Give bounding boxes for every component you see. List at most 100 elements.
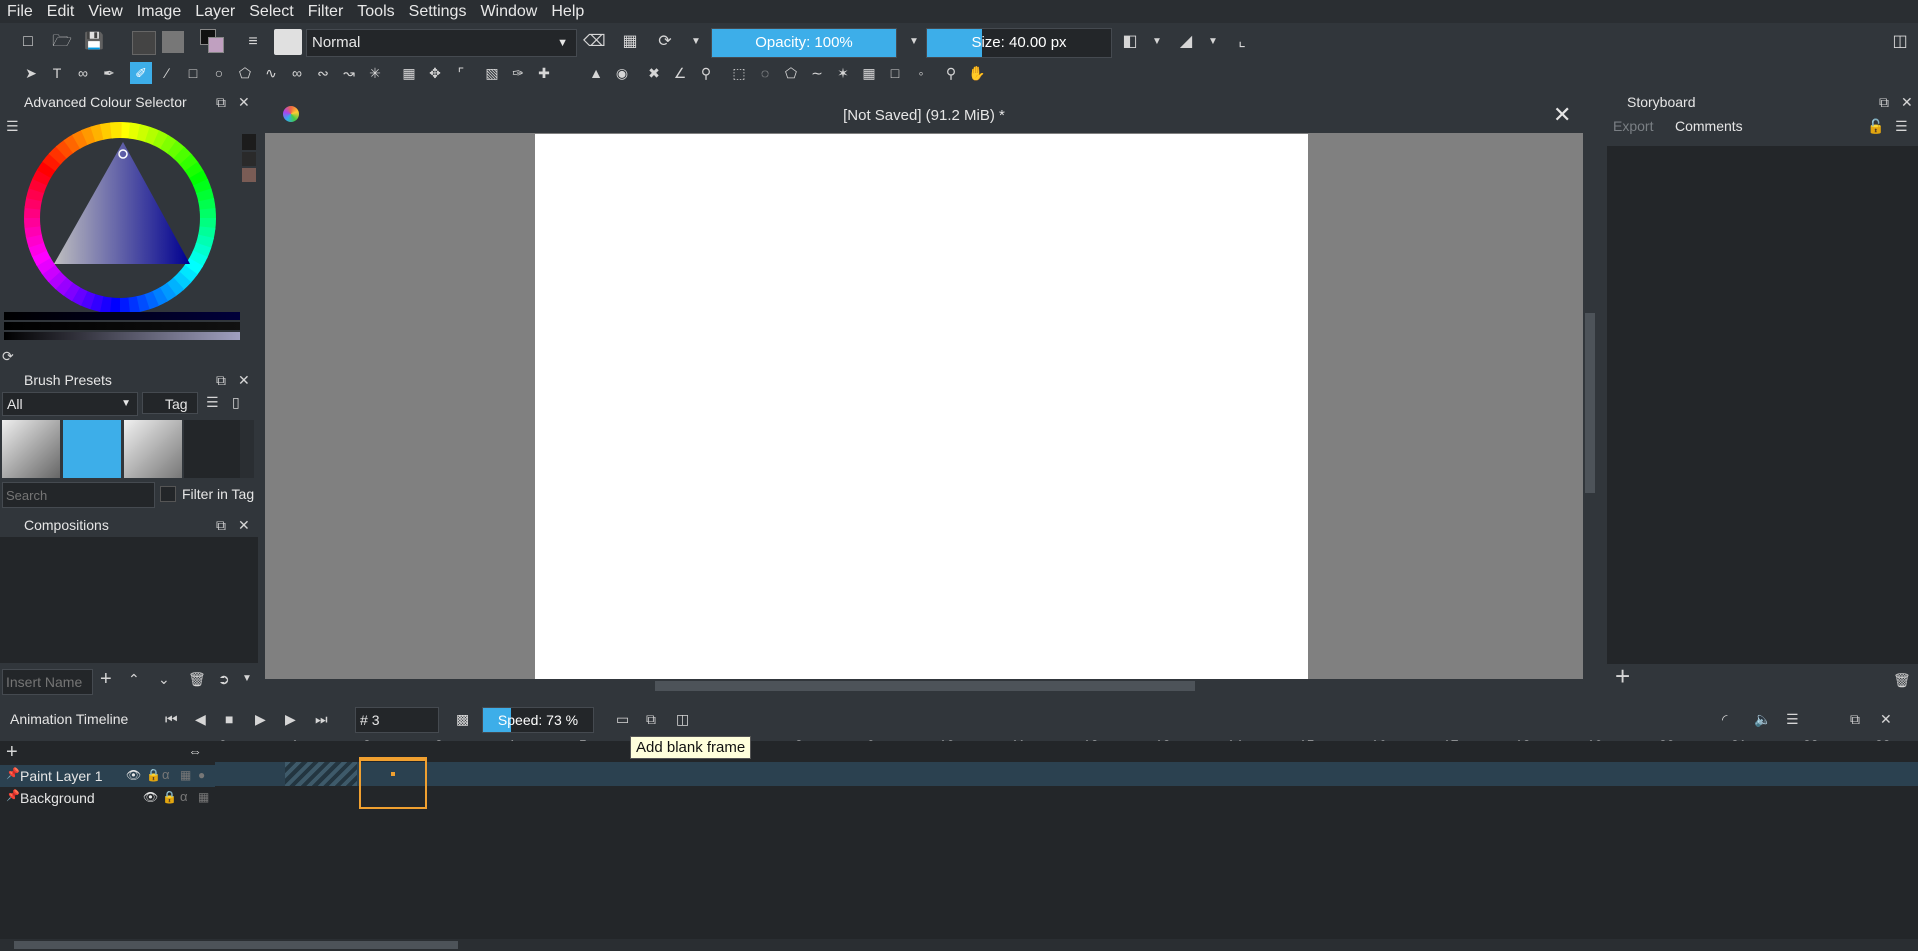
similar-select-icon[interactable]: ▦ bbox=[858, 62, 880, 84]
play-icon[interactable]: ▶ bbox=[255, 709, 266, 729]
brush-preset-item[interactable] bbox=[124, 420, 182, 478]
tag-button[interactable]: Tag bbox=[142, 392, 198, 414]
freehand-path-icon[interactable]: ∾ bbox=[312, 62, 334, 84]
eraser-icon[interactable]: ⌫ bbox=[583, 32, 606, 52]
text-tool-icon[interactable]: T bbox=[46, 62, 68, 84]
menu-window[interactable]: Window bbox=[473, 3, 544, 21]
enclose-fill-icon[interactable]: ◉ bbox=[611, 62, 633, 84]
close-icon[interactable]: ✕ bbox=[1880, 709, 1892, 729]
visibility-icon[interactable]: 👁 bbox=[143, 790, 158, 804]
add-layer-icon[interactable]: + bbox=[6, 742, 18, 762]
composition-name-input[interactable] bbox=[2, 669, 93, 695]
chevron-down-icon[interactable]: ▼ bbox=[1203, 32, 1223, 52]
float-docker-icon[interactable]: ⧉ bbox=[216, 515, 226, 535]
freehand-brush-icon[interactable]: ✐ bbox=[130, 62, 152, 84]
hue-strip[interactable] bbox=[4, 312, 240, 320]
export-icon[interactable]: ➲ bbox=[218, 669, 230, 689]
delete-icon[interactable]: 🗑 bbox=[1893, 670, 1911, 690]
measure-tool-icon[interactable]: ∠ bbox=[669, 62, 691, 84]
save-icon[interactable]: 💾 bbox=[84, 32, 104, 52]
export-button[interactable]: Export bbox=[1613, 118, 1653, 134]
freehand-select-icon[interactable]: ∼ bbox=[806, 62, 828, 84]
menu-edit[interactable]: Edit bbox=[40, 3, 82, 21]
drop-frames-icon[interactable]: ▩ bbox=[456, 709, 469, 729]
view-mode-icon[interactable]: ▯ bbox=[232, 392, 240, 412]
chevron-down-icon[interactable]: ▼ bbox=[1147, 32, 1167, 52]
recent-colour-swatch[interactable] bbox=[242, 134, 256, 150]
brush-search-input[interactable] bbox=[2, 482, 155, 508]
remove-frame-icon[interactable]: ◫ bbox=[676, 709, 689, 729]
close-icon[interactable]: ✕ bbox=[238, 515, 250, 535]
menu-image[interactable]: Image bbox=[130, 3, 188, 21]
fit-width-icon[interactable]: ⇔ bbox=[188, 741, 202, 761]
close-icon[interactable]: ✕ bbox=[1901, 92, 1913, 112]
menu-filter[interactable]: Filter bbox=[301, 3, 351, 21]
pin-icon[interactable]: 📌 bbox=[6, 789, 20, 802]
add-scene-icon[interactable]: + bbox=[1615, 663, 1630, 689]
float-docker-icon[interactable]: ⧉ bbox=[1879, 92, 1889, 112]
mirror-vertical-icon[interactable]: ◢ bbox=[1176, 32, 1196, 52]
frame-row-paint-layer[interactable] bbox=[215, 762, 1918, 786]
close-icon[interactable]: ✕ bbox=[238, 370, 250, 390]
reload-preset-icon[interactable]: ⟳ bbox=[655, 32, 675, 52]
onion-skin-icon[interactable]: ● bbox=[198, 768, 205, 782]
keyframe-dot[interactable] bbox=[391, 772, 395, 776]
menu-tools[interactable]: Tools bbox=[350, 3, 401, 21]
lock-icon[interactable]: 🔒 bbox=[146, 768, 161, 782]
add-blank-frame-icon[interactable]: ▭ bbox=[616, 709, 629, 729]
timeline-scrollbar[interactable] bbox=[0, 939, 1918, 951]
new-document-icon[interactable]: □ bbox=[18, 32, 38, 52]
blend-mode-select[interactable]: Normal ▼ bbox=[306, 29, 577, 57]
line-tool-icon[interactable]: ∕ bbox=[156, 62, 178, 84]
float-docker-icon[interactable]: ⧉ bbox=[1850, 709, 1860, 729]
last-frame-icon[interactable]: ⏭ bbox=[315, 709, 328, 729]
inherit-alpha-icon[interactable]: ▦ bbox=[198, 790, 209, 804]
mirror-horizontal-icon[interactable]: ◧ bbox=[1120, 32, 1140, 52]
zoom-tool-icon[interactable]: ⚲ bbox=[940, 62, 962, 84]
lock-icon[interactable]: 🔒 bbox=[162, 790, 177, 804]
multibrush-icon[interactable]: ✳ bbox=[364, 62, 386, 84]
frame-cell-hold[interactable] bbox=[285, 762, 357, 786]
opacity-slider[interactable]: Opacity: 100% bbox=[711, 28, 897, 58]
workspace-icon[interactable]: ◫ bbox=[1890, 32, 1910, 52]
bezier-select-icon[interactable]: □ bbox=[884, 62, 906, 84]
ellipse-select-icon[interactable]: ◌ bbox=[754, 62, 776, 84]
preset-scrollbar[interactable] bbox=[240, 420, 254, 478]
recent-colour-swatch[interactable] bbox=[242, 168, 256, 182]
comments-button[interactable]: Comments bbox=[1675, 118, 1743, 134]
brush-filter-select[interactable]: All ▼ bbox=[2, 392, 138, 416]
polygon-select-icon[interactable]: ⬠ bbox=[780, 62, 802, 84]
brush-preset-item-selected[interactable] bbox=[63, 420, 121, 478]
background-color-swatch[interactable] bbox=[208, 37, 224, 53]
move-up-icon[interactable]: ⌃ bbox=[128, 669, 140, 689]
rect-select-icon[interactable]: ⬚ bbox=[728, 62, 750, 84]
transform-tool-icon[interactable]: ▦ bbox=[398, 62, 420, 84]
pan-tool-icon[interactable]: ✋ bbox=[966, 62, 988, 84]
polygon-tool-icon[interactable]: ⬠ bbox=[234, 62, 256, 84]
wrap-around-icon[interactable]: ⌞ bbox=[1232, 32, 1252, 52]
brush-settings-icon[interactable]: ≡ bbox=[243, 32, 263, 52]
menu-help[interactable]: Help bbox=[544, 3, 591, 21]
open-document-icon[interactable]: 🗁 bbox=[52, 32, 72, 52]
filter-in-tag-checkbox[interactable] bbox=[160, 486, 176, 502]
speed-slider[interactable]: Speed: 73 % bbox=[482, 707, 594, 733]
ellipse-tool-icon[interactable]: ○ bbox=[208, 62, 230, 84]
brush-preset-item[interactable] bbox=[2, 420, 60, 478]
stop-icon[interactable]: ■ bbox=[225, 709, 233, 729]
timeline-layer-row[interactable]: 📌 Paint Layer 1 👁 🔒 α ▦ ● bbox=[0, 765, 215, 787]
previous-frame-icon[interactable]: ◀ bbox=[195, 709, 206, 729]
gradient-swatch[interactable] bbox=[132, 31, 156, 55]
inherit-alpha-icon[interactable]: ▦ bbox=[180, 768, 191, 782]
pattern-swatch[interactable] bbox=[162, 31, 184, 53]
menu-view[interactable]: View bbox=[81, 3, 129, 21]
delete-icon[interactable]: 🗑 bbox=[188, 669, 206, 689]
menu-icon[interactable]: ☰ bbox=[206, 392, 219, 412]
float-docker-icon[interactable]: ⧉ bbox=[216, 370, 226, 390]
polyline-tool-icon[interactable]: ∿ bbox=[260, 62, 282, 84]
frame-number-spinbox[interactable]: # 3 bbox=[355, 707, 439, 733]
edit-shapes-icon[interactable]: ∞ bbox=[72, 62, 94, 84]
saturation-strip[interactable] bbox=[4, 322, 240, 330]
fill-tool-icon[interactable]: ▲ bbox=[585, 62, 607, 84]
contiguous-select-icon[interactable]: ✶ bbox=[832, 62, 854, 84]
gradient-tool-icon[interactable]: ▧ bbox=[481, 62, 503, 84]
